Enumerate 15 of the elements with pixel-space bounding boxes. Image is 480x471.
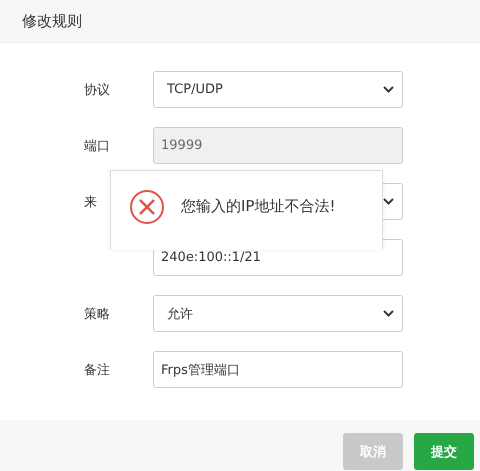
field-label: 备注 bbox=[83, 362, 111, 378]
error-icon bbox=[129, 188, 165, 224]
chevron-icon bbox=[383, 310, 394, 317]
chevron-icon bbox=[383, 86, 394, 93]
select-field[interactable]: 允许 bbox=[153, 295, 403, 332]
field-label: 来 bbox=[83, 194, 98, 210]
input-field[interactable]: Frps管理端口 bbox=[153, 351, 403, 388]
select-field[interactable]: TCP/UDP bbox=[153, 71, 403, 108]
field-label: 端口 bbox=[83, 138, 111, 154]
chevron-icon bbox=[383, 198, 394, 205]
input-field: 19999 bbox=[153, 127, 403, 164]
field-label: 协议 bbox=[83, 82, 111, 98]
dialog-title: 修改规则 bbox=[22, 12, 82, 30]
field-label: 策略 bbox=[83, 306, 111, 322]
toast-message: 您输入的IP地址不合法! bbox=[181, 197, 336, 216]
